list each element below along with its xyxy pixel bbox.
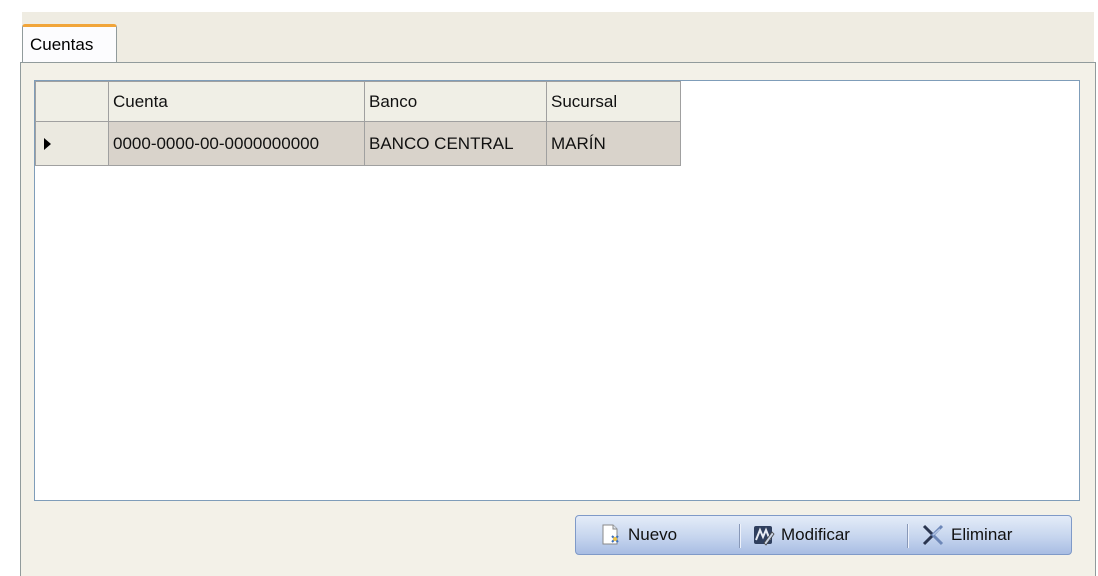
cell-sucursal[interactable]: MARÍN bbox=[546, 121, 681, 166]
column-header-banco[interactable]: Banco bbox=[364, 81, 547, 122]
window: Cuentas Cuenta Banco Sucursal 0000-0000-… bbox=[0, 0, 1098, 576]
accounts-grid[interactable]: Cuenta Banco Sucursal 0000-0000-00-00000… bbox=[34, 80, 1080, 501]
cell-cuenta[interactable]: 0000-0000-00-0000000000 bbox=[108, 121, 365, 166]
toolbar-separator bbox=[907, 524, 909, 548]
tab-cuentas[interactable]: Cuentas bbox=[22, 24, 117, 62]
row-pointer-icon bbox=[44, 138, 51, 151]
row-header-corner[interactable] bbox=[35, 81, 109, 122]
nuevo-label: Nuevo bbox=[628, 525, 678, 544]
cell-banco[interactable]: BANCO CENTRAL bbox=[364, 121, 547, 166]
grid-header-row: Cuenta Banco Sucursal bbox=[35, 81, 681, 122]
modificar-label: Modificar bbox=[781, 525, 850, 544]
column-header-cuenta[interactable]: Cuenta bbox=[108, 81, 365, 122]
nuevo-button[interactable]: Nuevo bbox=[598, 520, 677, 550]
tab-strip-background bbox=[22, 12, 1094, 64]
table-row[interactable]: 0000-0000-00-0000000000 BANCO CENTRAL MA… bbox=[35, 121, 681, 166]
eliminar-button[interactable]: Eliminar bbox=[921, 520, 1012, 550]
delete-x-icon bbox=[921, 523, 945, 547]
toolbar-separator bbox=[739, 524, 741, 548]
edit-document-icon bbox=[751, 523, 775, 547]
accounts-table: Cuenta Banco Sucursal 0000-0000-00-00000… bbox=[35, 81, 681, 166]
new-document-icon bbox=[598, 523, 622, 547]
row-selector[interactable] bbox=[35, 121, 109, 166]
column-header-sucursal[interactable]: Sucursal bbox=[546, 81, 681, 122]
action-toolbar: Nuevo Modificar Eliminar bbox=[575, 515, 1072, 555]
modificar-button[interactable]: Modificar bbox=[751, 520, 850, 550]
eliminar-label: Eliminar bbox=[951, 525, 1013, 544]
tab-cuentas-label: Cuentas bbox=[30, 35, 94, 54]
